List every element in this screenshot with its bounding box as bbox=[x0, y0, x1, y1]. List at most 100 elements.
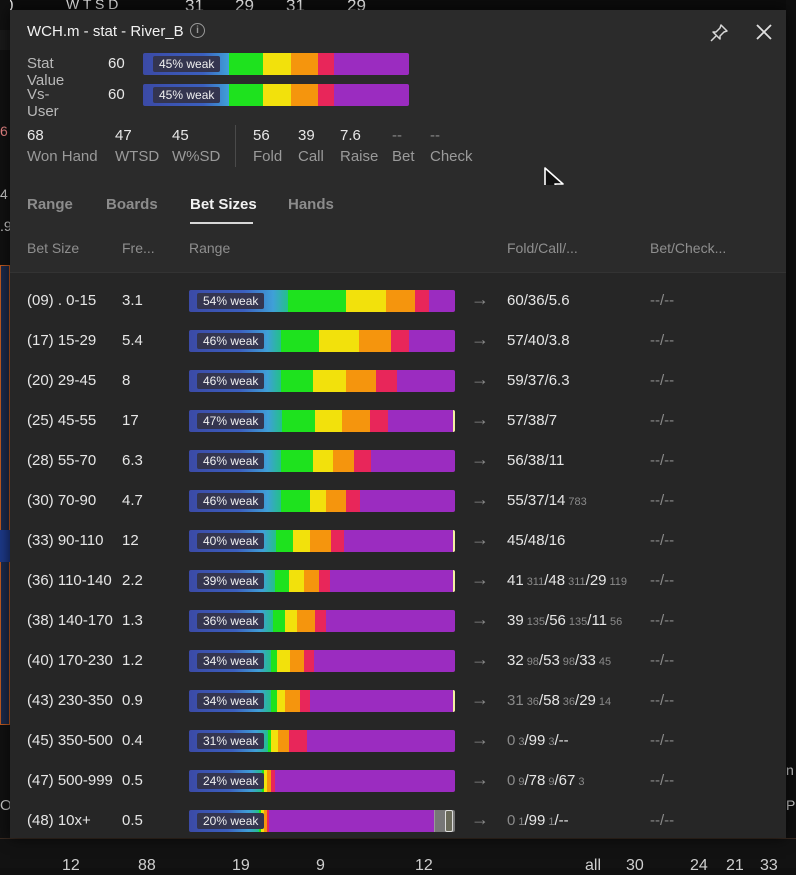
arrow-right-icon: → bbox=[471, 769, 489, 789]
metric-raise-value: 7.6 bbox=[340, 127, 361, 144]
range-segment bbox=[304, 570, 319, 592]
range-segment bbox=[278, 730, 289, 752]
raise-pct: 29 bbox=[589, 572, 607, 589]
background-number: 9 bbox=[316, 857, 325, 874]
range-segment bbox=[319, 570, 330, 592]
table-row[interactable]: (40) 170-230 1.2 34% weak → 32 98/53 98/33 45 --… bbox=[10, 641, 786, 681]
raise-pct: 67 bbox=[558, 772, 576, 789]
range-segment bbox=[285, 690, 300, 712]
fold-call-raise-value: 41 311/48 311/29 119 bbox=[507, 572, 628, 589]
column-range[interactable]: Range bbox=[189, 240, 230, 256]
background-highlight bbox=[0, 530, 10, 562]
table-row[interactable]: (45) 350-500 0.4 31% weak → 0 3/99 3/-- --/-- bbox=[10, 721, 786, 761]
metric-call-value: 39 bbox=[298, 127, 315, 144]
table-row[interactable]: (38) 140-170 1.3 36% weak → 39 135/56 135/11 56… bbox=[10, 601, 786, 641]
range-segment bbox=[319, 330, 359, 352]
metric-won-hand-value: 68 bbox=[27, 127, 44, 144]
weak-badge: 34% weak bbox=[197, 693, 265, 709]
fold-call-raise-value: 0 3/99 3/-- bbox=[507, 732, 569, 749]
vs-user-range-bar: 45% weak bbox=[143, 84, 409, 106]
raise-pct: 3.8 bbox=[548, 332, 570, 349]
range-bar: 20% weak bbox=[189, 810, 455, 832]
table-row[interactable]: (09) . 0-15 3.1 54% weak → 60/36/5.6 --/-- bbox=[10, 281, 786, 321]
background-left-strip: 6 4 .9 bbox=[0, 0, 10, 867]
fold-call-raise-value: 45/48/16 bbox=[507, 532, 566, 549]
background-number: 12 bbox=[415, 857, 433, 874]
metric-bet-value: -- bbox=[392, 127, 402, 144]
fold-sample: 9 bbox=[518, 776, 525, 788]
table-row[interactable]: (43) 230-350 0.9 34% weak → 31 36/58 36/29 14 --… bbox=[10, 681, 786, 721]
metric-check-label: Check bbox=[430, 148, 473, 165]
call-sample: 3 bbox=[548, 736, 555, 748]
arrow-right-icon: → bbox=[471, 369, 489, 389]
fold-sample: 3 bbox=[518, 736, 525, 748]
tab-hands[interactable]: Hands bbox=[288, 196, 334, 213]
bet-check-value: --/-- bbox=[650, 492, 675, 509]
column-fold-call-raise[interactable]: Fold/Call/... bbox=[507, 240, 578, 256]
range-segment bbox=[376, 370, 397, 392]
raise-pct: 14 bbox=[548, 492, 566, 509]
range-segment bbox=[346, 490, 360, 512]
range-bar: 24% weak bbox=[189, 770, 455, 792]
metric-check-value: -- bbox=[430, 127, 440, 144]
range-segment bbox=[276, 530, 293, 552]
range-segment bbox=[386, 290, 415, 312]
fold-pct: 0 bbox=[507, 732, 516, 749]
fold-sample: 36 bbox=[526, 696, 539, 708]
raise-pct: 16 bbox=[548, 532, 566, 549]
range-segment bbox=[285, 610, 297, 632]
table-row[interactable]: (28) 55-70 6.3 46% weak → 56/38/11 --/-- bbox=[10, 441, 786, 481]
call-pct: 38 bbox=[527, 452, 545, 469]
arrow-right-icon: → bbox=[471, 609, 489, 629]
range-segment bbox=[273, 610, 285, 632]
call-pct: 58 bbox=[543, 692, 560, 709]
arrow-right-icon: → bbox=[471, 329, 489, 349]
column-bet-check[interactable]: Bet/Check... bbox=[650, 240, 726, 256]
range-segment bbox=[330, 570, 455, 592]
background-cell bbox=[0, 30, 10, 50]
column-bet-size[interactable]: Bet Size bbox=[27, 240, 79, 256]
fold-pct: 0 bbox=[507, 772, 516, 789]
table-row[interactable]: (47) 500-999 0.5 24% weak → 0 9/78 9/67 3 --/-- bbox=[10, 761, 786, 801]
tab-boards[interactable]: Boards bbox=[106, 196, 158, 213]
range-bar: 40% weak bbox=[189, 530, 455, 552]
column-header: Bet Size Fre... Range Fold/Call/... Bet/… bbox=[10, 225, 786, 273]
range-segment bbox=[315, 410, 342, 432]
table-row[interactable]: (36) 110-140 2.2 39% weak → 41 311/48 311/29 11… bbox=[10, 561, 786, 601]
metric-fold-label: Fold bbox=[253, 148, 283, 165]
range-segment bbox=[281, 450, 313, 472]
pin-icon[interactable] bbox=[708, 22, 730, 44]
range-segment bbox=[391, 330, 409, 352]
call-pct: 36 bbox=[527, 292, 545, 309]
fold-pct: 57 bbox=[507, 332, 524, 349]
info-icon[interactable]: i bbox=[190, 23, 205, 38]
range-segment bbox=[346, 370, 376, 392]
table-row[interactable]: (17) 15-29 5.4 46% weak → 57/40/3.8 --/-- bbox=[10, 321, 786, 361]
table-row[interactable]: (20) 29-45 8 46% weak → 59/37/6.3 --/-- bbox=[10, 361, 786, 401]
table-row[interactable]: (33) 90-110 12 40% weak → 45/48/16 --/-- bbox=[10, 521, 786, 561]
tab-range[interactable]: Range bbox=[27, 196, 73, 213]
column-frequency[interactable]: Fre... bbox=[122, 240, 155, 256]
fold-call-raise-value: 60/36/5.6 bbox=[507, 292, 570, 309]
range-bar: 36% weak bbox=[189, 610, 455, 632]
table-row[interactable]: (30) 70-90 4.7 46% weak → 55/37/14 783 --/-- bbox=[10, 481, 786, 521]
range-segment bbox=[359, 330, 391, 352]
background-bottom-strip: 12 88 19 9 12 all 30 24 21 33 bbox=[0, 838, 796, 874]
weak-badge: 31% weak bbox=[197, 733, 265, 749]
bet-check-value: --/-- bbox=[650, 652, 675, 669]
weak-badge: 24% weak bbox=[197, 773, 265, 789]
stat-range-bar: 45% weak bbox=[143, 53, 409, 75]
call-pct: 56 bbox=[549, 612, 566, 629]
arrow-right-icon: → bbox=[471, 529, 489, 549]
table-row[interactable]: (48) 10x+ 0.5 20% weak → 0 1/99 1/-- --/-- bbox=[10, 801, 786, 841]
call-sample: 135 bbox=[568, 616, 588, 628]
tab-bet-sizes[interactable]: Bet Sizes bbox=[190, 196, 257, 213]
fold-pct: 55 bbox=[507, 492, 524, 509]
background-mark: n bbox=[786, 762, 794, 778]
close-icon[interactable] bbox=[752, 20, 776, 44]
range-segment bbox=[388, 410, 455, 432]
stat-value: 60 bbox=[108, 86, 125, 103]
table-row[interactable]: (25) 45-55 17 47% weak → 57/38/7 --/-- bbox=[10, 401, 786, 441]
weak-badge: 34% weak bbox=[197, 653, 265, 669]
stat-label: Vs-User bbox=[27, 86, 59, 120]
